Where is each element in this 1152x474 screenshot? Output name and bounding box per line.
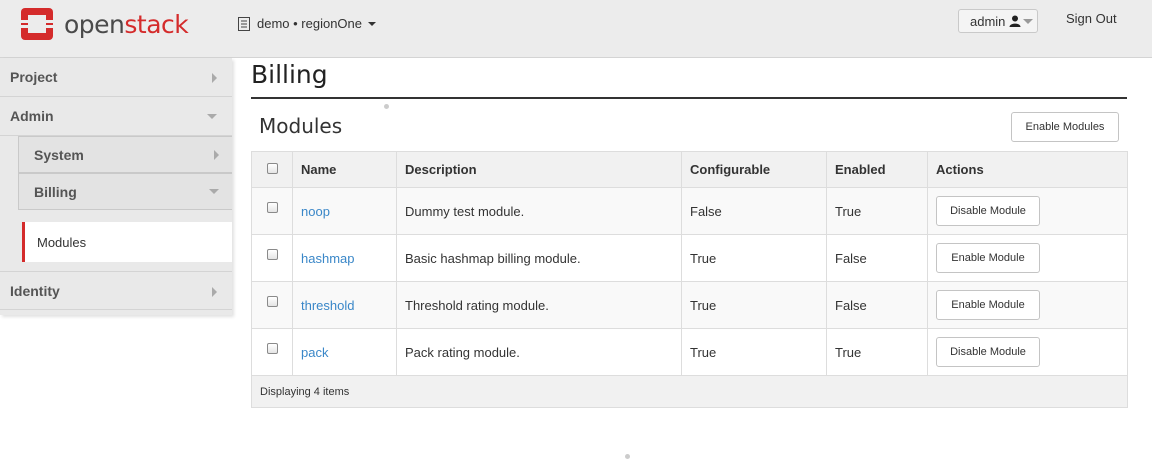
table-header-row: Name Description Configurable Enabled Ac… — [251, 151, 1128, 188]
modules-table-container: Name Description Configurable Enabled Ac… — [251, 151, 1128, 408]
top-navbar: openstack demo • regionOne admin Sign Ou… — [0, 0, 1152, 58]
module-name-cell: hashmap — [292, 234, 397, 282]
chevron-down-icon — [209, 189, 219, 194]
openstack-logo-icon — [21, 8, 53, 40]
brand-name: openstack — [64, 9, 189, 39]
select-all-checkbox[interactable] — [266, 163, 278, 174]
chevron-down-icon — [368, 21, 377, 26]
page-title: Billing — [251, 60, 328, 89]
sidebar: Project Admin System Billing Modules Ide… — [0, 58, 232, 315]
row-select-cell — [251, 328, 293, 376]
sidebar-item-admin[interactable]: Admin — [0, 97, 232, 136]
module-actions-cell: Disable Module — [927, 187, 1128, 235]
sidebar-item-label: Admin — [10, 108, 54, 124]
table-row: noop Dummy test module. False True Disab… — [251, 187, 1128, 235]
row-select-cell — [251, 234, 293, 282]
user-menu-label: admin — [970, 13, 1006, 29]
project-switcher[interactable]: demo • regionOne — [238, 16, 377, 31]
column-header-name[interactable]: Name — [292, 151, 397, 188]
module-actions-cell: Disable Module — [927, 328, 1128, 376]
column-header-enabled[interactable]: Enabled — [826, 151, 928, 188]
module-name-cell: pack — [292, 328, 397, 376]
module-configurable-cell: False — [681, 187, 827, 235]
enable-module-button[interactable]: Enable Module — [936, 243, 1040, 273]
row-checkbox[interactable] — [266, 342, 278, 354]
module-name-link[interactable]: threshold — [301, 298, 354, 313]
title-divider — [251, 97, 1127, 99]
document-icon — [238, 16, 250, 31]
sidebar-item-identity[interactable]: Identity — [0, 271, 232, 310]
chevron-right-icon — [212, 73, 217, 83]
module-description-cell: Dummy test module. — [396, 187, 682, 235]
module-configurable-cell: True — [681, 281, 827, 329]
module-name-cell: noop — [292, 187, 397, 235]
chevron-down-icon — [207, 114, 217, 119]
chevron-right-icon — [212, 287, 217, 297]
module-description-cell: Threshold rating module. — [396, 281, 682, 329]
module-actions-cell: Enable Module — [927, 281, 1128, 329]
brand[interactable]: openstack — [20, 7, 189, 41]
sidebar-item-billing[interactable]: Billing — [18, 173, 232, 210]
module-enabled-cell: False — [826, 234, 928, 282]
enable-module-button[interactable]: Enable Module — [936, 290, 1040, 320]
project-switcher-label: demo • regionOne — [257, 16, 363, 31]
sidebar-item-system[interactable]: System — [18, 136, 232, 173]
row-checkbox[interactable] — [266, 295, 278, 307]
disable-module-button[interactable]: Disable Module — [936, 337, 1040, 367]
module-name-link[interactable]: pack — [301, 345, 328, 360]
table-footer: Displaying 4 items — [251, 376, 1128, 408]
table-row: hashmap Basic hashmap billing module. Tr… — [251, 234, 1128, 282]
row-select-cell — [251, 187, 293, 235]
module-name-link[interactable]: hashmap — [301, 251, 354, 266]
sign-out-link[interactable]: Sign Out — [1066, 11, 1117, 26]
user-icon — [1009, 15, 1021, 27]
table-row: pack Pack rating module. True True Disab… — [251, 328, 1128, 376]
module-actions-cell: Enable Module — [927, 234, 1128, 282]
row-checkbox[interactable] — [266, 248, 278, 260]
module-description-cell: Basic hashmap billing module. — [396, 234, 682, 282]
row-select-cell — [251, 281, 293, 329]
sidebar-item-modules[interactable]: Modules — [22, 222, 232, 262]
user-menu[interactable]: admin — [958, 9, 1038, 33]
table-row: threshold Threshold rating module. True … — [251, 281, 1128, 329]
decorative-dot — [384, 104, 389, 109]
column-header-actions: Actions — [927, 151, 1128, 188]
sidebar-item-label: Billing — [34, 183, 77, 200]
disable-module-button[interactable]: Disable Module — [936, 196, 1040, 226]
sidebar-item-label: System — [34, 146, 84, 163]
chevron-down-icon — [1023, 18, 1034, 24]
section-title: Modules — [259, 114, 343, 138]
column-header-configurable[interactable]: Configurable — [681, 151, 827, 188]
brand-stack: stack — [124, 9, 189, 39]
module-description-cell: Pack rating module. — [396, 328, 682, 376]
column-header-description[interactable]: Description — [396, 151, 682, 188]
module-configurable-cell: True — [681, 234, 827, 282]
module-enabled-cell: False — [826, 281, 928, 329]
decorative-dot — [625, 454, 630, 459]
sidebar-item-label: Identity — [10, 282, 60, 299]
sidebar-item-label: Project — [10, 69, 58, 85]
sidebar-item-label: Modules — [37, 234, 87, 250]
row-checkbox[interactable] — [266, 201, 278, 213]
modules-table: Name Description Configurable Enabled Ac… — [251, 151, 1128, 376]
select-all-cell — [251, 151, 293, 188]
module-name-cell: threshold — [292, 281, 397, 329]
module-name-link[interactable]: noop — [301, 204, 330, 219]
module-configurable-cell: True — [681, 328, 827, 376]
module-enabled-cell: True — [826, 187, 928, 235]
enable-modules-button[interactable]: Enable Modules — [1011, 112, 1119, 142]
sidebar-item-project[interactable]: Project — [0, 58, 232, 97]
chevron-right-icon — [214, 150, 219, 160]
brand-open: open — [64, 9, 125, 39]
item-count: Displaying 4 items — [260, 385, 350, 398]
module-enabled-cell: True — [826, 328, 928, 376]
